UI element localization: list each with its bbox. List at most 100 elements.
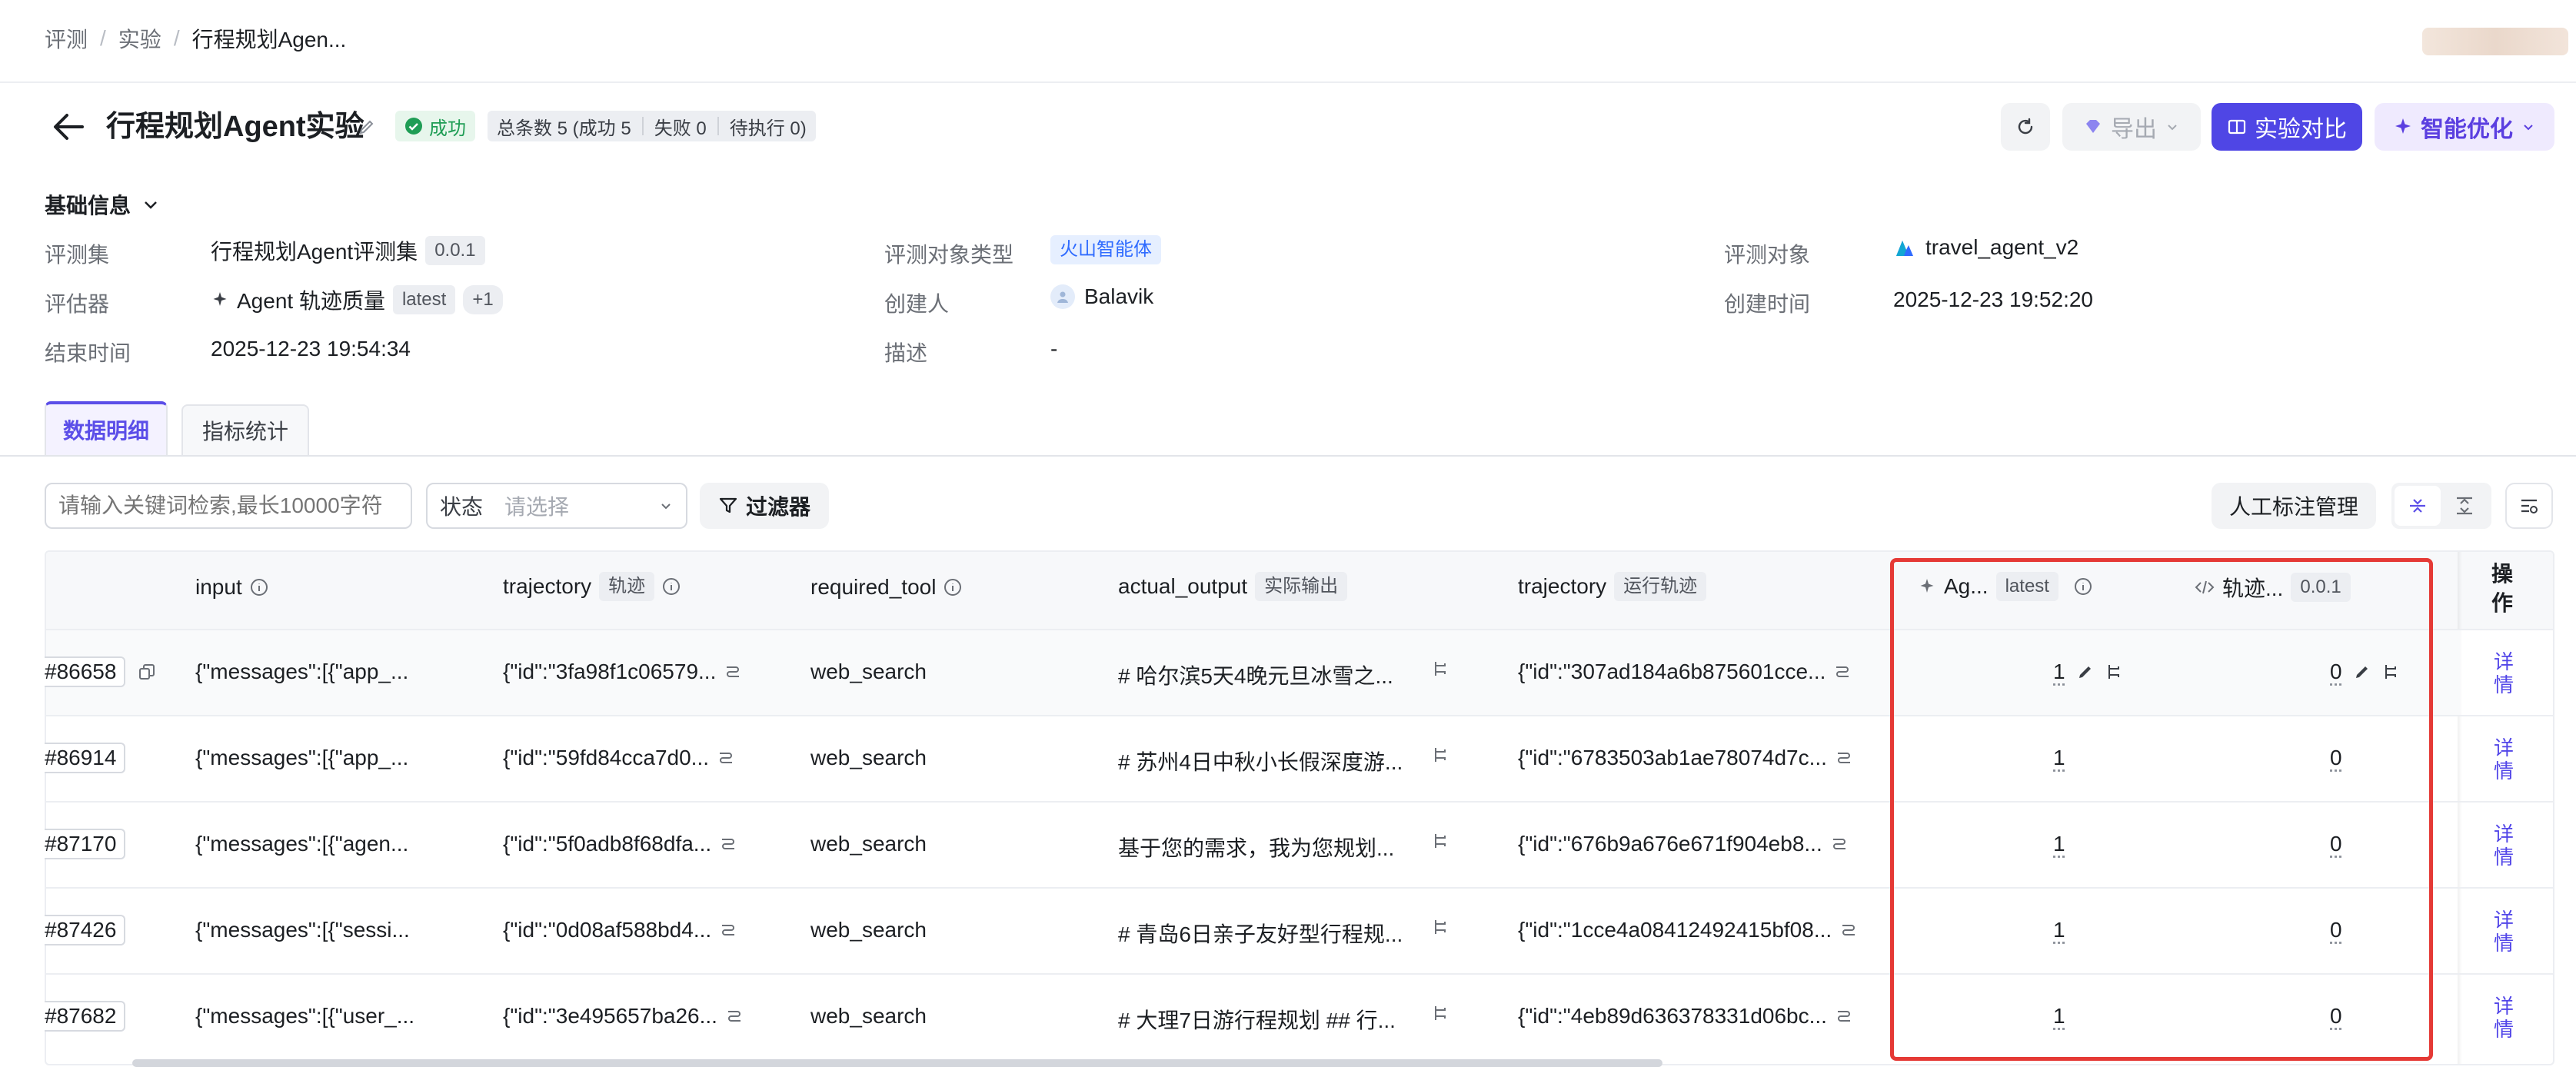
tree-icon[interactable] (1432, 746, 1450, 764)
trace-icon[interactable] (719, 835, 737, 853)
edit-icon[interactable] (355, 115, 378, 138)
cell-actual-output[interactable]: # 苏州4日中秋小长假深度游... (1118, 746, 1403, 776)
column-settings-button[interactable] (2505, 483, 2553, 529)
export-button[interactable]: 导出 (2062, 103, 2201, 151)
chevron-down-icon (141, 195, 160, 214)
horizontal-scrollbar[interactable] (132, 1059, 1662, 1067)
status-select[interactable]: 状态 请选择 (426, 483, 687, 529)
cell-trajectory-run[interactable]: {"id":"307ad184a6b875601cce... (1518, 660, 1852, 684)
breadcrumb-item-experiment[interactable]: 实验 (118, 23, 161, 54)
summary-divider (717, 117, 719, 135)
cell-input[interactable]: {"messages":[{"app_... (195, 746, 408, 770)
evaluator-name[interactable]: Agent 轨迹质量 (237, 284, 385, 315)
cell-text: {"id":"0d08af588bd4... (503, 918, 712, 942)
row-id: #86914 (45, 743, 126, 773)
cell-actual-output[interactable]: # 青岛6日亲子友好型行程规... (1118, 918, 1403, 949)
target-type-label: 评测对象类型 (884, 243, 1014, 267)
collapse-icon (2407, 495, 2428, 517)
cell-trajectory-run[interactable]: {"id":"676b9a676e671f904eb8... (1518, 832, 1849, 856)
sparkle-icon (2393, 117, 2413, 137)
cell-input[interactable]: {"messages":[{"user_... (195, 1004, 414, 1029)
check-circle-icon (404, 117, 423, 135)
info-icon[interactable] (662, 577, 681, 596)
tree-icon[interactable] (1432, 660, 1450, 678)
trace-icon[interactable] (725, 1007, 744, 1025)
end-time-label: 结束时间 (45, 341, 131, 365)
col-header-tag: 实际输出 (1255, 572, 1348, 601)
tab-data-detail[interactable]: 数据明细 (45, 401, 168, 455)
collapse-rows-button[interactable] (2395, 486, 2441, 526)
cell-input[interactable]: {"messages":[{"agen... (195, 832, 408, 856)
status-badge: 成功 (395, 111, 475, 141)
trace-icon[interactable] (1839, 921, 1858, 939)
tree-icon[interactable] (1432, 832, 1450, 850)
cell-trajectory[interactable]: {"id":"3e495657ba26... (503, 1004, 744, 1029)
filter-icon (718, 496, 738, 516)
cell-text: {"id":"59fd84cca7d0... (503, 746, 710, 769)
search-input[interactable] (45, 483, 412, 529)
evaluator-more[interactable]: +1 (463, 285, 503, 314)
status-text: 成功 (429, 118, 466, 139)
trace-icon[interactable] (719, 921, 737, 939)
cell-required-tool[interactable]: web_search (810, 746, 927, 770)
detail-link[interactable]: 详情 (2488, 909, 2519, 955)
cell-trajectory-run[interactable]: {"id":"4eb89d636378331d06bc... (1518, 1004, 1853, 1029)
cell-trajectory[interactable]: {"id":"59fd84cca7d0... (503, 746, 735, 770)
cell-trajectory[interactable]: {"id":"0d08af588bd4... (503, 918, 737, 942)
cell-trajectory-run[interactable]: {"id":"6783503ab1ae78074d7c... (1518, 746, 1853, 770)
status-select-label: 状态 (440, 495, 484, 519)
tab-metrics[interactable]: 指标统计 (181, 404, 309, 455)
creator-value: Balavik (1050, 284, 1153, 309)
col-header-tag: 运行轨迹 (1614, 572, 1707, 601)
copy-icon[interactable] (138, 663, 156, 681)
creator-label: 创建人 (884, 292, 950, 316)
tree-icon[interactable] (1432, 1004, 1450, 1022)
filter-button[interactable]: 过滤器 (700, 483, 829, 529)
dataset-name[interactable]: 行程规划Agent评测集 (211, 235, 418, 266)
cell-trajectory[interactable]: {"id":"3fa98f1c06579... (503, 660, 742, 684)
tab-label: 指标统计 (201, 420, 288, 444)
cell-actual-output[interactable]: # 大理7日游行程规划 ## 行... (1118, 1004, 1396, 1035)
trace-icon[interactable] (724, 663, 742, 681)
col-header-actual-output: actual_output 实际输出 (1118, 572, 1348, 601)
trace-icon[interactable] (1833, 663, 1852, 681)
cell-required-tool[interactable]: web_search (810, 1004, 927, 1029)
summary-badge: 总条数 5 (成功 5 失败 0 待执行 0) (488, 111, 816, 141)
cell-required-tool[interactable]: web_search (810, 918, 927, 942)
compare-button[interactable]: 实验对比 (2212, 103, 2362, 151)
cell-required-tool[interactable]: web_search (810, 832, 927, 856)
cell-actual-output[interactable]: # 哈尔滨5天4晚元旦冰雪之... (1118, 660, 1393, 690)
cell-required-tool[interactable]: web_search (810, 660, 927, 684)
manual-annotation-button[interactable]: 人工标注管理 (2212, 483, 2376, 529)
info-icon[interactable] (250, 578, 268, 597)
trace-icon[interactable] (717, 749, 735, 767)
cell-input[interactable]: {"messages":[{"sessi... (195, 918, 410, 942)
cell-trajectory[interactable]: {"id":"5f0adb8f68dfa... (503, 832, 737, 856)
summary-failed: 失败 0 (654, 118, 707, 139)
row-id-cell: #87682 (45, 1001, 126, 1032)
breadcrumb-separator: / (100, 26, 106, 50)
back-arrow-icon[interactable] (49, 108, 88, 146)
cell-text: {"id":"3fa98f1c06579... (503, 660, 717, 683)
breadcrumb-item-eval[interactable]: 评测 (45, 23, 88, 54)
trace-icon[interactable] (1830, 835, 1849, 853)
target-name[interactable]: travel_agent_v2 (1925, 235, 2078, 260)
trace-icon[interactable] (1835, 1007, 1853, 1025)
detail-link[interactable]: 详情 (2488, 650, 2519, 696)
detail-link[interactable]: 详情 (2488, 736, 2519, 783)
detail-link[interactable]: 详情 (2488, 995, 2519, 1041)
compare-label: 实验对比 (2255, 117, 2347, 142)
optimize-button[interactable]: 智能优化 (2375, 103, 2554, 151)
info-icon[interactable] (944, 578, 962, 597)
refresh-button[interactable] (2001, 103, 2050, 151)
detail-link[interactable]: 详情 (2488, 822, 2519, 869)
tree-icon[interactable] (1432, 918, 1450, 936)
cell-input[interactable]: {"messages":[{"app_... (195, 660, 408, 684)
expand-icon (2454, 495, 2475, 517)
cell-actual-output[interactable]: 基于您的需求，我为您规划... (1118, 832, 1394, 862)
basic-info-toggle[interactable]: 基础信息 (45, 189, 160, 220)
cell-trajectory-run[interactable]: {"id":"1cce4a08412492415bf08... (1518, 918, 1858, 942)
expand-rows-button[interactable] (2441, 486, 2488, 526)
user-avatar-blurred[interactable] (2422, 28, 2568, 55)
trace-icon[interactable] (1835, 749, 1853, 767)
